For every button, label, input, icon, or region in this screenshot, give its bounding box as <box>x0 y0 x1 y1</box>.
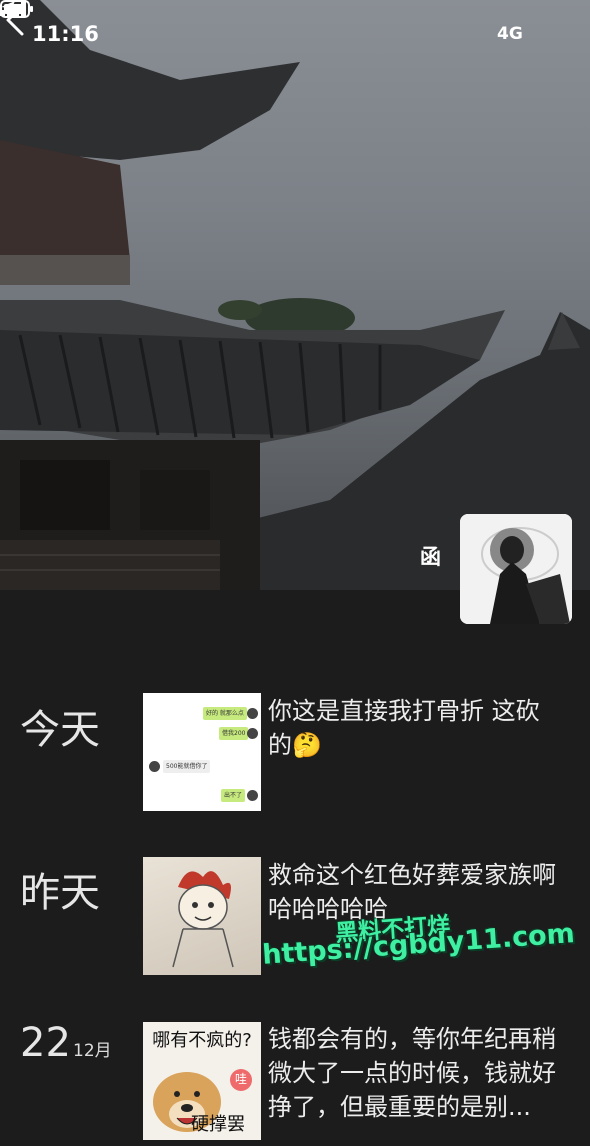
feed-date-day: 22 <box>20 1020 71 1066</box>
feed-thumbnail[interactable]: 哪有不疯的? 哇 硬撑罢 <box>143 1022 261 1140</box>
meme-caption-top: 哪有不疯的? <box>152 1030 252 1051</box>
feed-thumbnail[interactable]: 好的 就那么点 借我200 500能就借你了 出不了 <box>143 693 261 811</box>
cover-photo[interactable]: 11:16 4G 函 <box>0 0 590 590</box>
chat-bubble: 500能就借你了 <box>163 760 211 773</box>
feed-date-month: 12月 <box>73 1041 112 1061</box>
meme-caption-bottom: 硬撑罢 <box>191 1114 245 1135</box>
profile-avatar[interactable] <box>460 514 572 624</box>
chat-bubble: 出不了 <box>221 789 246 802</box>
status-bar: 11:16 4G <box>0 0 590 70</box>
cartoon-sketch-image <box>172 871 234 968</box>
network-label: 4G <box>497 24 523 44</box>
status-time: 11:16 <box>32 22 99 46</box>
avatar-image <box>460 514 572 624</box>
feed-post-text[interactable]: 钱都会有的，等你年纪再稍微大了一点的时候，钱就好挣了，但最重要的是别... <box>268 1022 560 1124</box>
meme-tag: 哇 <box>235 1072 248 1086</box>
chat-bubble: 好的 就那么点 <box>203 707 247 720</box>
mini-avatar <box>247 708 258 719</box>
profile-nickname: 函 <box>420 545 441 569</box>
back-chevron-icon[interactable] <box>0 0 34 40</box>
mini-avatar <box>149 761 160 772</box>
feed-date-day: 昨天 <box>20 870 100 916</box>
chat-bubble: 借我200 <box>219 727 249 740</box>
feed-post-text[interactable]: 你这是直接我打骨折 这砍的🤔 <box>268 694 560 762</box>
temple-roof-illustration <box>0 0 590 590</box>
mini-avatar <box>247 728 258 739</box>
feed-thumbnail[interactable] <box>143 857 261 975</box>
feed-date-day: 今天 <box>20 707 100 753</box>
mini-avatar <box>247 790 258 801</box>
